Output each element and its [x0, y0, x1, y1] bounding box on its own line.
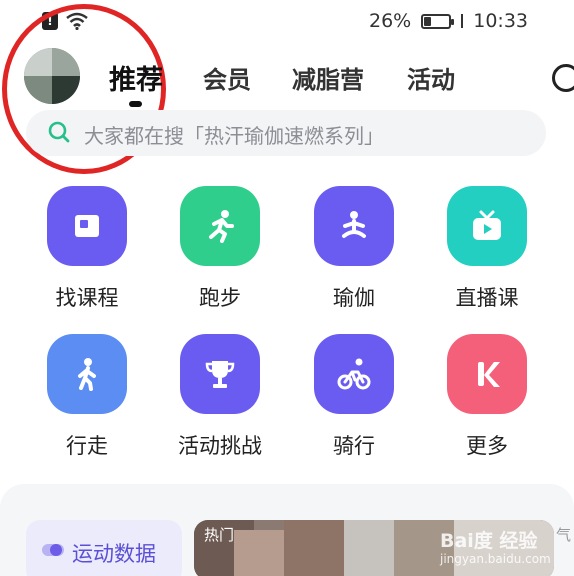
active-tab-indicator — [129, 101, 142, 107]
walking-icon — [47, 334, 127, 414]
battery-percent: 26% — [369, 10, 412, 32]
grid-item-walking[interactable]: 行走 — [27, 334, 147, 484]
grid-item-find-course[interactable]: 找课程 — [27, 186, 147, 336]
grid-item-live-class[interactable]: 直播课 — [427, 186, 547, 336]
grid-label: 找课程 — [55, 286, 119, 310]
search-icon[interactable] — [552, 64, 574, 92]
grid-label: 行走 — [66, 434, 108, 458]
grid-label: 直播课 — [455, 286, 519, 310]
hot-tag: 热门 — [204, 526, 235, 544]
tab-member[interactable]: 会员 — [203, 60, 251, 95]
tab-events[interactable]: 活动 — [407, 60, 455, 95]
wifi-icon — [66, 12, 88, 30]
course-card-icon — [47, 186, 127, 266]
side-tag: 气 — [556, 526, 572, 544]
grid-label: 跑步 — [199, 286, 241, 310]
top-tabs: 推荐 会员 减脂营 活动 — [0, 60, 574, 100]
cycling-icon — [314, 334, 394, 414]
status-bar: ! 26% 10:33 — [0, 0, 574, 44]
toggle-icon — [42, 544, 64, 556]
app-home-screen: ! 26% 10:33 推荐 会员 减脂营 活动 大家都在搜「热汗瑜伽速燃系列」… — [0, 0, 574, 576]
grid-label: 更多 — [466, 434, 508, 458]
status-left: ! — [42, 12, 88, 30]
grid-label: 活动挑战 — [178, 434, 262, 458]
status-divider — [461, 14, 464, 28]
sim-alert-icon: ! — [42, 12, 58, 30]
k-logo-icon — [447, 334, 527, 414]
grid-label: 瑜伽 — [333, 286, 375, 310]
sport-data-label: 运动数据 — [72, 542, 156, 566]
battery-level — [424, 16, 431, 26]
search-icon — [48, 121, 70, 143]
tab-fat-loss-camp[interactable]: 减脂营 — [292, 60, 364, 95]
grid-item-running[interactable]: 跑步 — [160, 186, 280, 336]
yoga-icon — [314, 186, 394, 266]
grid-item-yoga[interactable]: 瑜伽 — [294, 186, 414, 336]
grid-label: 骑行 — [333, 434, 375, 458]
live-tv-icon — [447, 186, 527, 266]
trophy-icon — [180, 334, 260, 414]
clock: 10:33 — [473, 10, 528, 32]
status-right: 26% 10:33 — [369, 10, 528, 32]
grid-item-more[interactable]: 更多 — [427, 334, 547, 484]
sport-data-button[interactable]: 运动数据 — [26, 520, 182, 576]
battery-icon — [421, 13, 455, 29]
running-icon — [180, 186, 260, 266]
grid-item-challenges[interactable]: 活动挑战 — [160, 334, 280, 484]
grid-item-cycling[interactable]: 骑行 — [294, 334, 414, 484]
watermark: Bai度 经验 — [440, 530, 538, 552]
search-placeholder: 大家都在搜「热汗瑜伽速燃系列」 — [84, 124, 384, 148]
tab-recommend[interactable]: 推荐 — [109, 58, 163, 97]
watermark-url: jingyan.baidu.com — [440, 552, 551, 566]
search-bar[interactable]: 大家都在搜「热汗瑜伽速燃系列」 — [26, 110, 546, 156]
